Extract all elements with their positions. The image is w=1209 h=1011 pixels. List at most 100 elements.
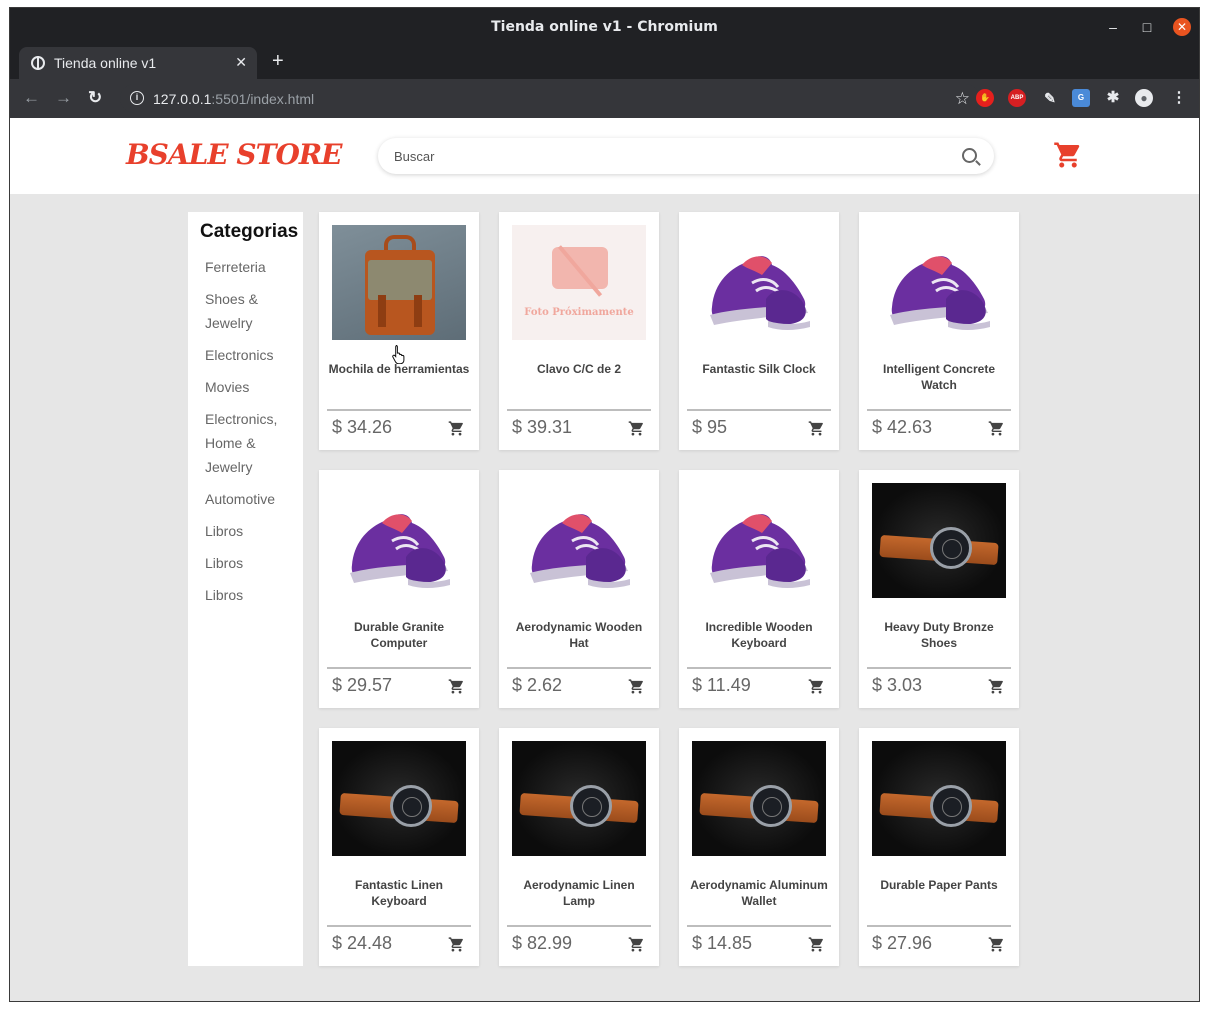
product-card[interactable]: Aerodynamic Wooden Hat $ 2.62 <box>499 470 659 708</box>
url-text[interactable]: 127.0.0.1:5501/index.html <box>153 91 314 107</box>
tab-tienda[interactable]: Tienda online v1 ✕ <box>19 47 257 79</box>
product-card[interactable]: Foto Próximamente Clavo C/C de 2 $ 39.31 <box>499 212 659 450</box>
add-to-cart-icon[interactable] <box>448 678 465 695</box>
product-card[interactable]: Intelligent Concrete Watch $ 42.63 <box>859 212 1019 450</box>
translate-icon[interactable]: G <box>1072 89 1090 107</box>
product-card[interactable]: Durable Granite Computer $ 29.57 <box>319 470 479 708</box>
product-card[interactable]: Aerodynamic Linen Lamp $ 82.99 <box>499 728 659 966</box>
product-name[interactable]: Clavo C/C de 2 <box>507 361 651 377</box>
category-item[interactable]: Movies <box>205 375 295 399</box>
tab-close-icon[interactable]: ✕ <box>235 54 247 71</box>
add-to-cart-icon[interactable] <box>988 936 1005 953</box>
product-price: $ 11.49 <box>692 675 751 695</box>
store-header: BSALE STORE <box>10 118 1199 194</box>
card-divider <box>867 925 1011 927</box>
menu-icon[interactable]: ⋮ <box>1170 89 1188 107</box>
card-divider <box>327 667 471 669</box>
add-to-cart-icon[interactable] <box>628 420 645 437</box>
category-item[interactable]: Electronics, Home & Jewelry <box>205 407 295 479</box>
add-to-cart-icon[interactable] <box>628 936 645 953</box>
product-card[interactable]: Fantastic Linen Keyboard $ 24.48 <box>319 728 479 966</box>
bookmark-star-icon[interactable]: ☆ <box>955 89 970 109</box>
product-name[interactable]: Fantastic Silk Clock <box>687 361 831 377</box>
close-window-button[interactable]: ✕ <box>1173 18 1191 36</box>
product-card[interactable]: Durable Paper Pants $ 27.96 <box>859 728 1019 966</box>
pen-icon[interactable]: ✎ <box>1041 89 1059 107</box>
product-price: $ 95 <box>692 417 728 437</box>
info-icon[interactable]: i <box>130 91 144 105</box>
product-name[interactable]: Durable Paper Pants <box>867 877 1011 893</box>
product-price: $ 3.03 <box>872 675 923 695</box>
back-icon[interactable]: ← <box>23 88 40 108</box>
product-name[interactable]: Heavy Duty Bronze Shoes <box>867 619 1011 651</box>
product-name[interactable]: Fantastic Linen Keyboard <box>327 877 471 909</box>
add-to-cart-icon[interactable] <box>628 678 645 695</box>
product-card[interactable]: Fantastic Silk Clock $ 95 <box>679 212 839 450</box>
search-bar[interactable] <box>378 138 994 174</box>
product-price: $ 82.99 <box>512 933 573 953</box>
add-to-cart-icon[interactable] <box>988 420 1005 437</box>
store-logo[interactable]: BSALE STORE <box>126 138 342 171</box>
product-price: $ 27.96 <box>872 933 933 953</box>
search-input[interactable] <box>394 147 934 165</box>
category-item[interactable]: Ferreteria <box>205 255 295 279</box>
product-image[interactable] <box>692 741 826 856</box>
profile-avatar-icon[interactable]: ● <box>1135 89 1153 107</box>
search-icon[interactable] <box>962 148 977 163</box>
placeholder-text: Foto Próximamente <box>524 307 634 318</box>
page-content: BSALE STORE Categorias Ferreteria Shoes … <box>10 118 1199 1001</box>
category-item[interactable]: Shoes & Jewelry <box>205 287 295 335</box>
product-image[interactable] <box>512 483 646 598</box>
add-to-cart-icon[interactable] <box>808 420 825 437</box>
cart-icon[interactable] <box>1053 140 1083 170</box>
category-item[interactable]: Libros <box>205 519 295 543</box>
maximize-button[interactable]: □ <box>1137 17 1157 37</box>
tab-strip: Tienda online v1 ✕ + <box>10 45 1199 79</box>
minimize-button[interactable]: – <box>1103 17 1123 37</box>
adblock-icon[interactable]: ABP <box>1008 89 1026 107</box>
product-image[interactable] <box>692 225 826 340</box>
product-name[interactable]: Aerodynamic Aluminum Wallet <box>687 877 831 909</box>
product-name[interactable]: Incredible Wooden Keyboard <box>687 619 831 651</box>
product-price: $ 2.62 <box>512 675 563 695</box>
product-price: $ 14.85 <box>692 933 753 953</box>
add-to-cart-icon[interactable] <box>808 936 825 953</box>
new-tab-button[interactable]: + <box>272 50 284 73</box>
extensions-puzzle-icon[interactable]: ✱ <box>1104 89 1122 107</box>
category-item[interactable]: Libros <box>205 583 295 607</box>
product-image[interactable] <box>872 483 1006 598</box>
add-to-cart-icon[interactable] <box>808 678 825 695</box>
product-name[interactable]: Intelligent Concrete Watch <box>867 361 1011 393</box>
product-name[interactable]: Durable Granite Computer <box>327 619 471 651</box>
card-divider <box>867 667 1011 669</box>
forward-icon[interactable]: → <box>55 88 72 108</box>
category-item[interactable]: Automotive <box>205 487 295 511</box>
browser-toolbar: ← → ↻ i 127.0.0.1:5501/index.html ☆ ✋ AB… <box>10 79 1199 118</box>
product-image[interactable] <box>872 225 1006 340</box>
add-to-cart-icon[interactable] <box>988 678 1005 695</box>
product-image[interactable] <box>332 483 466 598</box>
address-bar[interactable]: i 127.0.0.1:5501/index.html ☆ <box>120 84 980 113</box>
card-divider <box>867 409 1011 411</box>
product-image[interactable] <box>692 483 826 598</box>
add-to-cart-icon[interactable] <box>448 420 465 437</box>
category-item[interactable]: Electronics <box>205 343 295 367</box>
category-item[interactable]: Libros <box>205 551 295 575</box>
card-divider <box>507 409 651 411</box>
product-image-placeholder[interactable]: Foto Próximamente <box>512 225 646 340</box>
product-card[interactable]: Aerodynamic Aluminum Wallet $ 14.85 <box>679 728 839 966</box>
product-image[interactable] <box>872 741 1006 856</box>
categories-list: Ferreteria Shoes & Jewelry Electronics M… <box>205 255 295 615</box>
product-name[interactable]: Aerodynamic Linen Lamp <box>507 877 651 909</box>
product-price: $ 34.26 <box>332 417 393 437</box>
product-image[interactable] <box>512 741 646 856</box>
add-to-cart-icon[interactable] <box>448 936 465 953</box>
product-name[interactable]: Aerodynamic Wooden Hat <box>507 619 651 651</box>
reload-icon[interactable]: ↻ <box>88 88 102 108</box>
product-card[interactable]: Heavy Duty Bronze Shoes $ 3.03 <box>859 470 1019 708</box>
product-image[interactable] <box>332 741 466 856</box>
product-image[interactable] <box>332 225 466 340</box>
product-card[interactable]: Mochila de herramientas $ 34.26 <box>319 212 479 450</box>
extension-stop-icon[interactable]: ✋ <box>976 89 994 107</box>
product-card[interactable]: Incredible Wooden Keyboard $ 11.49 <box>679 470 839 708</box>
